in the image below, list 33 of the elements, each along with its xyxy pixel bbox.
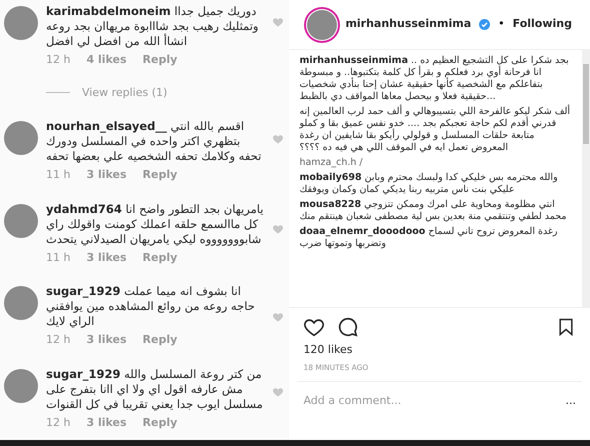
likes-count[interactable]: 120 likes bbox=[303, 342, 576, 358]
reply-link[interactable]: Reply bbox=[142, 332, 178, 348]
avatar bbox=[4, 204, 38, 238]
following-button[interactable]: Following bbox=[512, 16, 572, 33]
verified-badge-icon bbox=[479, 19, 490, 30]
likes-count[interactable]: 3 likes bbox=[86, 167, 127, 184]
avatar bbox=[4, 6, 38, 40]
reply-link[interactable]: Reply bbox=[142, 52, 178, 68]
comment-icon[interactable] bbox=[337, 316, 360, 338]
reply-link[interactable]: Reply bbox=[142, 414, 178, 431]
likes-count[interactable]: 3 likes bbox=[86, 414, 127, 431]
comment-time: 11 h bbox=[46, 250, 70, 266]
comment-time: 12 h bbox=[46, 52, 70, 68]
username-link[interactable]: mirhanhusseinmima bbox=[345, 16, 472, 33]
likes-count[interactable]: 3 likes bbox=[86, 332, 127, 348]
caption-text: ألف شكر ليكو عالفرحة اللي بتسيبوهالي و ألف حمد لرب العالمين إنه قدرني أقدم لكم حاجة تعجبكم بجد .... خدو نفس عميق بقا و كملو متابعة حلقات المسلسل و قولولي رأيكو بقا شايفين ان رغدة المعروض تعمل ايه في الموقف اللي هي فيه ده ؟؟؟؟ bbox=[299, 106, 572, 154]
avatar[interactable] bbox=[307, 10, 338, 40]
mention-text: hamza_ch.h / bbox=[299, 157, 364, 169]
comment-time: 11 h bbox=[46, 167, 70, 183]
more-options-button[interactable]: ... bbox=[566, 393, 576, 410]
likes-count[interactable]: 3 likes bbox=[86, 250, 127, 266]
reply-link[interactable]: Reply bbox=[142, 250, 178, 266]
scrollbar[interactable] bbox=[582, 50, 590, 307]
comment-input[interactable]: Add a comment... bbox=[303, 393, 566, 410]
separator-dot: • bbox=[498, 16, 505, 32]
avatar bbox=[4, 121, 38, 155]
comment-time: 12 h bbox=[46, 332, 70, 348]
comment-time: 12 h bbox=[46, 414, 70, 430]
avatar bbox=[4, 286, 38, 320]
likes-count[interactable]: 4 likes bbox=[86, 52, 127, 68]
view-replies-link[interactable]: View replies (1) bbox=[82, 84, 168, 101]
avatar bbox=[4, 368, 38, 402]
reply-link[interactable]: Reply bbox=[142, 167, 178, 184]
